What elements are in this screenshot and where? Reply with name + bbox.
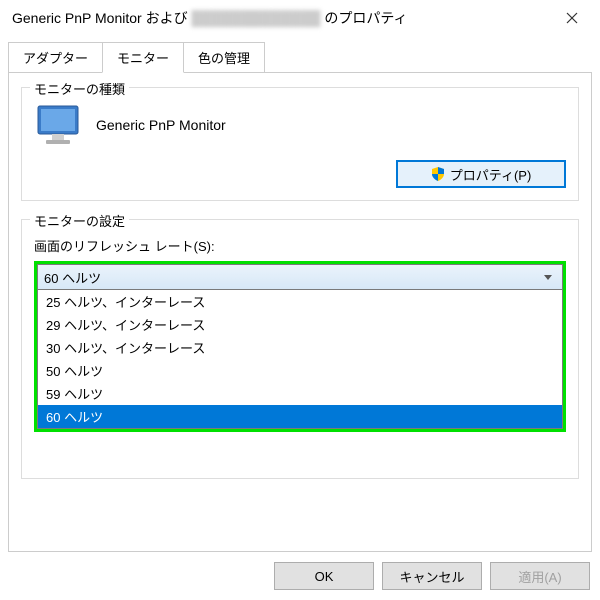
titlebar: Generic PnP Monitor および █████████████ のプ… — [0, 0, 600, 36]
refresh-rate-label: 画面のリフレッシュ レート(S): — [34, 236, 566, 255]
monitor-type-group: モニターの種類 Generic PnP Monitor プロパティ(P) — [21, 87, 579, 201]
title-prefix: Generic PnP Monitor および — [12, 10, 188, 26]
cancel-button[interactable]: キャンセル — [382, 562, 482, 590]
refresh-option[interactable]: 50 ヘルツ — [38, 359, 562, 382]
dialog-buttons: OK キャンセル 適用(A) — [274, 562, 590, 590]
refresh-rate-selected: 60 ヘルツ — [44, 268, 540, 287]
window-title: Generic PnP Monitor および █████████████ のプ… — [12, 8, 552, 28]
tab-color[interactable]: 色の管理 — [183, 42, 265, 73]
monitor-name-label: Generic PnP Monitor — [96, 117, 226, 133]
title-suffix: のプロパティ — [324, 10, 407, 26]
properties-button-row: プロパティ(P) — [34, 160, 566, 188]
monitor-icon — [34, 104, 82, 146]
close-button[interactable] — [552, 3, 592, 33]
properties-button[interactable]: プロパティ(P) — [396, 160, 566, 188]
refresh-rate-combobox[interactable]: 60 ヘルツ — [37, 264, 563, 290]
chevron-down-icon — [540, 275, 556, 280]
tab-content: モニターの種類 Generic PnP Monitor プロパティ(P) モニタ — [8, 72, 592, 552]
properties-button-label: プロパティ(P) — [450, 165, 532, 184]
refresh-option[interactable]: 60 ヘルツ — [38, 405, 562, 428]
close-icon — [566, 12, 578, 24]
ok-button[interactable]: OK — [274, 562, 374, 590]
refresh-rate-dropdown: 25 ヘルツ、インターレース 29 ヘルツ、インターレース 30 ヘルツ、インタ… — [37, 290, 563, 429]
refresh-option[interactable]: 29 ヘルツ、インターレース — [38, 313, 562, 336]
monitor-settings-title: モニターの設定 — [30, 211, 129, 230]
apply-button[interactable]: 適用(A) — [490, 562, 590, 590]
uac-shield-icon — [431, 167, 445, 181]
tab-monitor[interactable]: モニター — [102, 42, 184, 73]
refresh-rate-highlight: 60 ヘルツ 25 ヘルツ、インターレース 29 ヘルツ、インターレース 30 … — [34, 261, 566, 432]
refresh-option[interactable]: 25 ヘルツ、インターレース — [38, 290, 562, 313]
monitor-type-title: モニターの種類 — [30, 79, 129, 98]
monitor-info-row: Generic PnP Monitor — [34, 104, 566, 146]
title-blurred: █████████████ — [191, 10, 320, 26]
tab-adapter[interactable]: アダプター — [8, 42, 103, 73]
monitor-settings-group: モニターの設定 画面のリフレッシュ レート(S): 60 ヘルツ 25 ヘルツ、… — [21, 219, 579, 479]
refresh-option[interactable]: 59 ヘルツ — [38, 382, 562, 405]
refresh-option[interactable]: 30 ヘルツ、インターレース — [38, 336, 562, 359]
tab-strip: アダプター モニター 色の管理 — [0, 36, 600, 73]
